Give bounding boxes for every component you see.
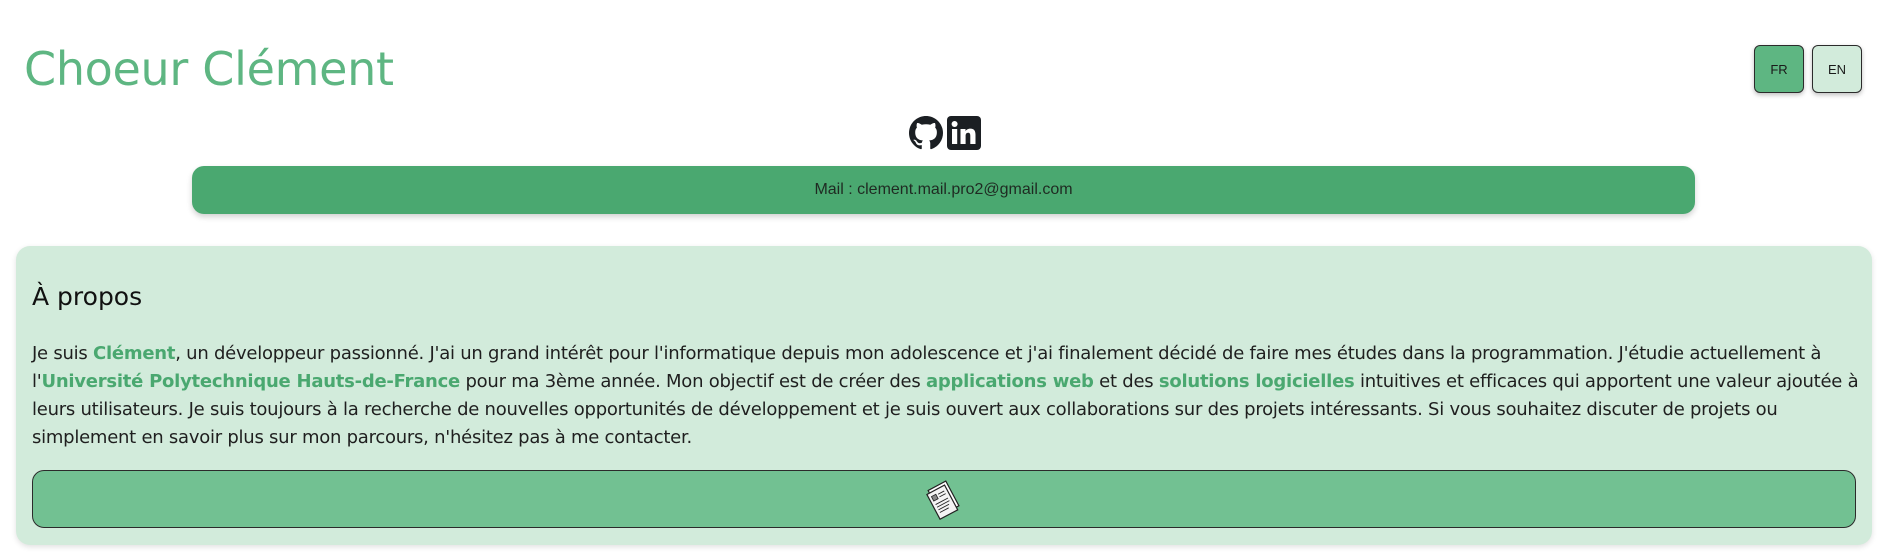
lang-en-button[interactable]: EN bbox=[1812, 45, 1862, 93]
about-heading: À propos bbox=[32, 282, 143, 311]
social-links bbox=[909, 116, 981, 150]
cv-download-button[interactable] bbox=[32, 470, 1856, 528]
lang-fr-button[interactable]: FR bbox=[1754, 45, 1804, 93]
about-section: À propos Je suis Clément, un développeur… bbox=[16, 246, 1872, 545]
about-text: Je suis Clément, un développeur passionn… bbox=[32, 343, 1859, 448]
software-highlight: solutions logicielles bbox=[1158, 371, 1355, 392]
mail-label: Mail : clement.mail.pro2@gmail.com bbox=[814, 181, 1073, 198]
github-link[interactable] bbox=[909, 116, 943, 150]
site-title: Choeur Clément bbox=[24, 42, 394, 96]
contact-mail-bar[interactable]: Mail : clement.mail.pro2@gmail.com bbox=[192, 166, 1695, 214]
university-highlight: Université Polytechnique Hauts-de-France bbox=[41, 371, 460, 392]
linkedin-icon bbox=[947, 116, 981, 150]
name-highlight: Clément bbox=[93, 343, 176, 364]
github-icon bbox=[909, 116, 943, 150]
linkedin-link[interactable] bbox=[947, 116, 981, 150]
webapps-highlight: applications web bbox=[925, 371, 1094, 392]
language-switch: FR EN bbox=[1754, 45, 1862, 93]
document-icon bbox=[926, 480, 960, 521]
